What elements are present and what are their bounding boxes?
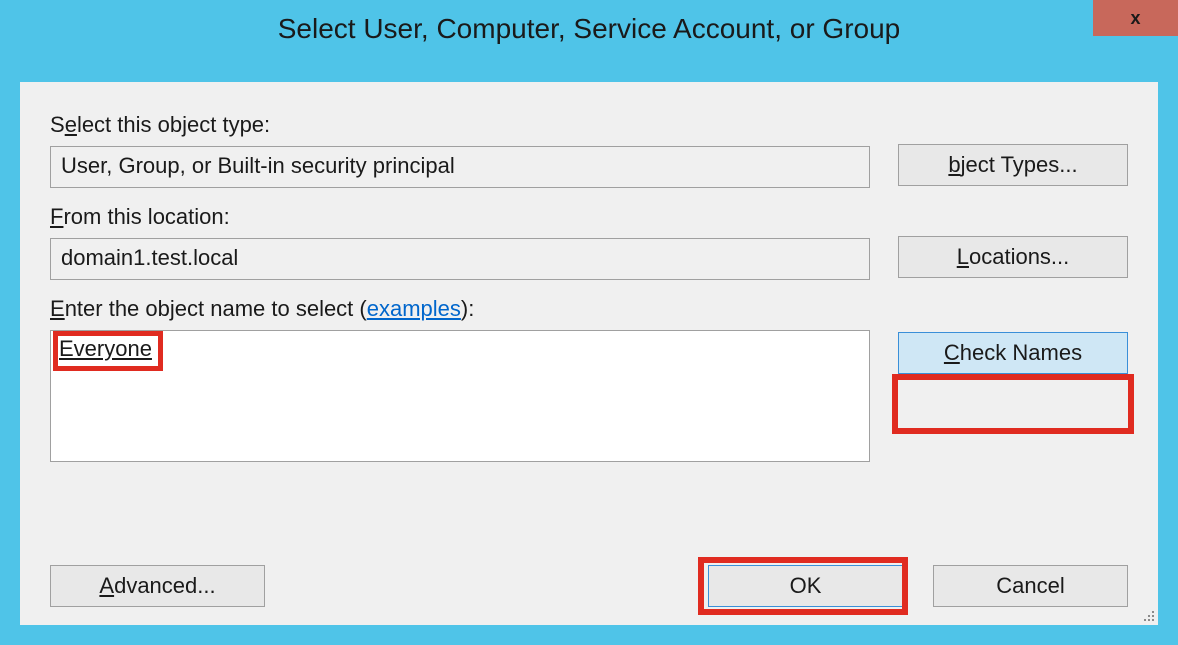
dialog-body: Select this object type: User, Group, or… xyxy=(20,82,1158,625)
location-field: domain1.test.local xyxy=(50,238,870,280)
resize-grip-icon[interactable] xyxy=(1140,607,1154,621)
object-type-label: Select this object type: xyxy=(50,112,870,138)
close-button[interactable]: x xyxy=(1093,0,1178,36)
dialog-window: Select User, Computer, Service Account, … xyxy=(0,0,1178,645)
check-names-button[interactable]: Check Names xyxy=(898,332,1128,374)
close-icon: x xyxy=(1130,8,1140,29)
ok-button[interactable]: OK xyxy=(708,565,903,607)
object-name-label: Enter the object name to select (example… xyxy=(50,296,870,322)
location-label: From this location: xyxy=(50,204,870,230)
advanced-button[interactable]: Advanced... xyxy=(50,565,265,607)
window-title: Select User, Computer, Service Account, … xyxy=(278,13,901,45)
object-type-field: User, Group, or Built-in security princi… xyxy=(50,146,870,188)
titlebar: Select User, Computer, Service Account, … xyxy=(2,2,1176,55)
resolved-name: Everyone xyxy=(57,335,154,363)
examples-link[interactable]: examples xyxy=(367,296,461,321)
object-name-input[interactable]: Everyone xyxy=(50,330,870,462)
object-types-button[interactable]: bject Types... xyxy=(898,144,1128,186)
cancel-button[interactable]: Cancel xyxy=(933,565,1128,607)
locations-button[interactable]: Locations... xyxy=(898,236,1128,278)
